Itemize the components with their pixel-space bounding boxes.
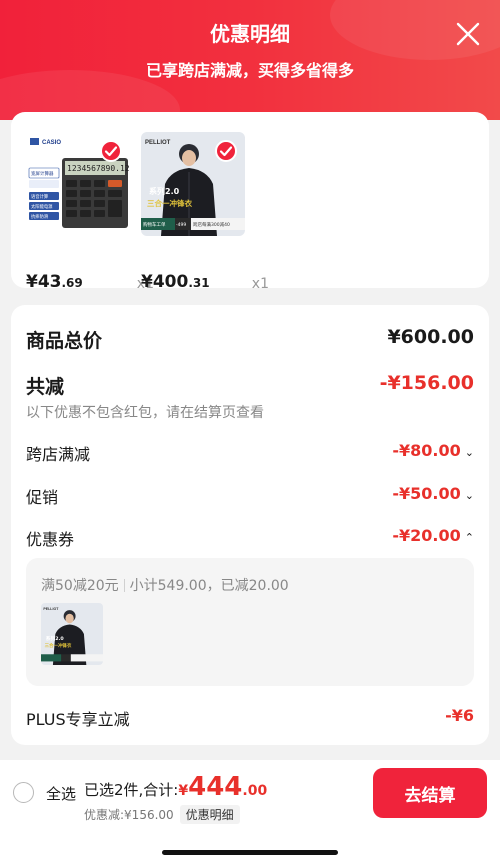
coupon-subtotal: 小计549.00，已减20.00 — [129, 578, 289, 594]
cross-store-value: -¥80.00 — [392, 441, 461, 460]
discount-detail-header: 优惠明细 已享跨店满减，买得多省得多 — [0, 0, 500, 120]
order-total: ¥444.00 — [178, 772, 268, 802]
coupon-rule: 满50减20元 — [41, 578, 119, 594]
svg-text:抗摔防滑: 抗摔防滑 — [31, 213, 49, 220]
coupon-product-thumbnail[interactable]: PELLIOT 系列2.0 三合一冲锋衣 — [41, 603, 103, 665]
summary-prefix: 已选2件,合计: — [84, 781, 179, 799]
select-all-radio[interactable] — [13, 782, 34, 803]
product-price: ¥400.31 — [141, 272, 210, 292]
promotion-label: 促销 — [26, 488, 59, 507]
product-item-jacket[interactable]: PELLIOT 系列2.0 三合一冲锋衣 购物车工单 -499 跨店每满300减… — [141, 132, 269, 292]
plus-discount-value: -¥6 — [445, 706, 474, 725]
svg-text:跨店每满300减40: 跨店每满300减40 — [193, 221, 230, 228]
total-discount-value: -¥156.00 — [379, 372, 474, 394]
coupon-value: -¥20.00 — [392, 526, 461, 545]
product-thumbnail-jacket[interactable]: PELLIOT 系列2.0 三合一冲锋衣 购物车工单 -499 跨店每满300减… — [141, 132, 245, 236]
plus-discount-label: PLUS专享立减 — [26, 710, 130, 729]
svg-text:语音计算: 语音计算 — [31, 193, 49, 200]
order-summary: 已选2件,合计:¥444.00 — [84, 772, 267, 802]
svg-text:系列2.0: 系列2.0 — [149, 186, 180, 196]
discount-note: 以下优惠不包含红包，请在结算页查看 — [26, 405, 264, 421]
product-price: ¥43.69 — [26, 272, 83, 292]
divider — [123, 579, 125, 592]
svg-text:1234567890.12: 1234567890.12 — [67, 164, 130, 173]
svg-text:购物车工单: 购物车工单 — [143, 221, 166, 228]
total-discount-label: 共减 — [26, 376, 65, 398]
chevron-up-icon[interactable]: ⌃ — [465, 531, 474, 544]
product-price-row: ¥400.31 x1 — [141, 270, 269, 292]
coupon-row[interactable]: 优惠券 -¥20.00 ⌃ — [26, 526, 474, 550]
home-indicator — [162, 850, 338, 855]
checkout-bar: 全选 已选2件,合计:¥444.00 优惠减:¥156.00 优惠明细 去结算 — [0, 760, 500, 867]
cross-store-row[interactable]: 跨店满减 -¥80.00 ⌄ — [26, 441, 474, 465]
product-quantity: x1 — [251, 276, 269, 292]
svg-text:CASIO: CASIO — [42, 140, 61, 146]
promotion-row[interactable]: 促销 -¥50.00 ⌄ — [26, 484, 474, 508]
plus-discount-row: PLUS专享立减 -¥6 — [26, 706, 474, 730]
selected-products-card: CASIO 宽屏计算器 语音计算 太阳能电源 抗摔防滑 1234567890.1… — [11, 112, 489, 292]
svg-text:三合一冲锋衣: 三合一冲锋衣 — [147, 198, 192, 208]
goods-total-value: ¥600.00 — [387, 326, 474, 348]
goods-total-label: 商品总价 — [26, 330, 103, 352]
coupon-detail-box: 满50减20元 小计549.00，已减20.00 PELLIOT 系列2.0 三合… — [26, 558, 474, 686]
promotion-value: -¥50.00 — [392, 484, 461, 503]
checkout-button[interactable]: 去结算 — [373, 768, 487, 818]
svg-text:PELLIOT: PELLIOT — [145, 140, 171, 146]
goods-total-row: 商品总价 ¥600.00 — [26, 326, 474, 354]
coupon-rule-line: 满50减20元 小计549.00，已减20.00 — [41, 575, 289, 595]
discount-detail-link[interactable]: 优惠明细 — [179, 805, 240, 824]
coupon-label: 优惠券 — [26, 530, 75, 549]
product-price-row: ¥43.69 x1 — [26, 270, 154, 292]
discount-breakdown-card: 商品总价 ¥600.00 共减 -¥156.00 以下优惠不包含红包，请在结算页… — [11, 305, 489, 745]
chevron-down-icon[interactable]: ⌄ — [465, 489, 474, 502]
svg-text:-499: -499 — [176, 222, 186, 228]
discount-summary: 优惠减:¥156.00 优惠明细 — [84, 805, 240, 824]
page-title: 优惠明细 — [210, 22, 290, 46]
select-all-label[interactable]: 全选 — [46, 783, 76, 804]
svg-text:宽屏计算器: 宽屏计算器 — [31, 170, 54, 177]
product-item-calculator[interactable]: CASIO 宽屏计算器 语音计算 太阳能电源 抗摔防滑 1234567890.1… — [26, 132, 154, 292]
cross-store-label: 跨店满减 — [26, 445, 91, 464]
selected-check-icon[interactable] — [215, 140, 237, 162]
product-thumbnail-calculator[interactable]: CASIO 宽屏计算器 语音计算 太阳能电源 抗摔防滑 1234567890.1… — [26, 132, 130, 236]
close-icon[interactable] — [454, 20, 482, 48]
jacket-image: PELLIOT 系列2.0 三合一冲锋衣 — [41, 603, 103, 665]
total-discount-row: 共减 -¥156.00 — [26, 372, 474, 400]
page-subtitle: 已享跨店满减，买得多省得多 — [145, 61, 354, 80]
discount-amount: 优惠减:¥156.00 — [84, 808, 174, 822]
selected-check-icon[interactable] — [100, 140, 122, 162]
svg-text:PELLIOT: PELLIOT — [43, 607, 59, 611]
svg-text:太阳能电源: 太阳能电源 — [31, 203, 53, 210]
chevron-down-icon[interactable]: ⌄ — [465, 446, 474, 459]
